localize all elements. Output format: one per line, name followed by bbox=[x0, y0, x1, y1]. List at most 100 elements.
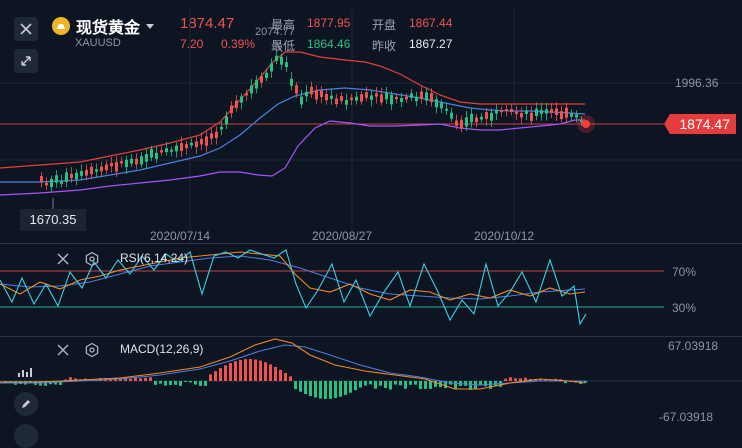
rsi-level-low: 30% bbox=[672, 301, 697, 315]
rsi-settings-button[interactable] bbox=[84, 251, 100, 267]
candle-body bbox=[140, 156, 143, 165]
macd-histogram-bar bbox=[134, 378, 137, 381]
macd-histogram-bar bbox=[214, 371, 217, 381]
candle-body bbox=[425, 92, 428, 101]
candle-body bbox=[85, 169, 88, 176]
macd-histogram-bar bbox=[404, 381, 407, 389]
macd-histogram-bar bbox=[379, 381, 382, 386]
macd-histogram-bar bbox=[254, 359, 257, 381]
candle-body bbox=[375, 93, 378, 97]
candle-body bbox=[55, 175, 58, 183]
candle-body bbox=[95, 169, 98, 172]
macd-histogram-bar bbox=[159, 381, 162, 384]
gear-icon bbox=[85, 251, 99, 267]
candle-body bbox=[360, 94, 363, 102]
candle-body bbox=[180, 143, 183, 151]
macd-histogram-bar bbox=[234, 361, 237, 381]
macd-histogram-bar bbox=[484, 381, 487, 387]
macd-histogram-bar bbox=[164, 381, 167, 386]
candle-body bbox=[150, 149, 153, 158]
macd-histogram-bar bbox=[274, 366, 277, 381]
candle-body bbox=[505, 109, 508, 112]
candle-body bbox=[265, 72, 268, 79]
candle-body bbox=[50, 178, 53, 188]
high-annotation: 2074.77 bbox=[255, 26, 295, 38]
macd-histogram-bar bbox=[184, 381, 187, 383]
drawing-tool-toggle[interactable] bbox=[14, 360, 38, 384]
candle-body bbox=[500, 110, 503, 113]
candle-body bbox=[200, 139, 203, 145]
macd-histogram-bar bbox=[139, 378, 142, 381]
candle-body bbox=[75, 172, 78, 180]
macd-histogram-bar bbox=[399, 381, 402, 386]
macd-histogram-bar bbox=[324, 381, 327, 399]
candle-body bbox=[190, 142, 193, 146]
edit-button[interactable] bbox=[14, 392, 38, 416]
candlesticks bbox=[40, 51, 583, 193]
candle-body bbox=[560, 111, 563, 120]
rsi-close-button[interactable] bbox=[55, 251, 71, 267]
candle-body bbox=[325, 94, 328, 101]
candle-body bbox=[565, 107, 568, 118]
macd-histogram-bar bbox=[344, 381, 347, 395]
candle-body bbox=[125, 159, 128, 168]
candle-body bbox=[135, 158, 138, 165]
rsi-chart[interactable] bbox=[0, 244, 742, 336]
candle-body bbox=[400, 97, 403, 103]
macd-histogram-bar bbox=[349, 381, 352, 393]
candle-body bbox=[240, 96, 243, 103]
macd-histogram-bar bbox=[194, 381, 197, 385]
candle-body bbox=[430, 93, 433, 103]
candle-body bbox=[100, 166, 103, 172]
candle-body bbox=[205, 136, 208, 146]
candle-body bbox=[435, 99, 438, 108]
candle-body bbox=[515, 111, 518, 115]
candle-body bbox=[210, 133, 213, 139]
candle-body bbox=[60, 181, 63, 184]
candle-body bbox=[420, 91, 423, 99]
candle-body bbox=[165, 148, 168, 153]
price-chart[interactable] bbox=[0, 0, 742, 243]
candle-body bbox=[285, 62, 288, 68]
candle-body bbox=[455, 120, 458, 126]
candle-body bbox=[405, 96, 408, 100]
macd-histogram-bar bbox=[224, 365, 227, 381]
candle-body bbox=[535, 108, 538, 116]
candle-body bbox=[370, 95, 373, 100]
macd-histogram-bar bbox=[514, 378, 517, 381]
macd-histogram-bar bbox=[264, 362, 267, 381]
more-button[interactable] bbox=[14, 424, 38, 448]
macd-settings-button[interactable] bbox=[84, 342, 100, 358]
candle-body bbox=[320, 90, 323, 98]
candle-body bbox=[330, 95, 333, 99]
macd-histogram-bar bbox=[309, 381, 312, 397]
candle-body bbox=[440, 102, 443, 109]
macd-histogram-bar bbox=[189, 381, 192, 383]
candle-body bbox=[540, 109, 543, 114]
bollinger-lower bbox=[0, 119, 585, 196]
macd-histogram-bar bbox=[229, 363, 232, 381]
candle-body bbox=[365, 92, 368, 98]
macd-label: MACD(12,26,9) bbox=[120, 342, 204, 356]
candle-body bbox=[305, 91, 308, 97]
macd-histogram-bar bbox=[144, 377, 147, 381]
candle-body bbox=[170, 149, 173, 152]
candle-body bbox=[155, 152, 158, 160]
candle-body bbox=[120, 161, 123, 164]
macd-histogram-bar bbox=[394, 381, 397, 385]
macd-histogram-bar bbox=[519, 378, 522, 381]
candle-body bbox=[445, 108, 448, 111]
candle-body bbox=[175, 145, 178, 152]
candle-body bbox=[235, 100, 238, 108]
candle-body bbox=[525, 110, 528, 114]
candle-body bbox=[260, 76, 263, 83]
candle-body bbox=[250, 85, 253, 94]
macd-histogram-bar bbox=[504, 378, 507, 381]
macd-chart[interactable] bbox=[0, 337, 742, 435]
macd-histogram-bar bbox=[419, 381, 422, 390]
candle-body bbox=[270, 63, 273, 72]
macd-close-button[interactable] bbox=[55, 342, 71, 358]
macd-histogram-bar bbox=[454, 381, 457, 390]
candle-body bbox=[480, 116, 483, 120]
macd-histogram-bar bbox=[359, 381, 362, 388]
